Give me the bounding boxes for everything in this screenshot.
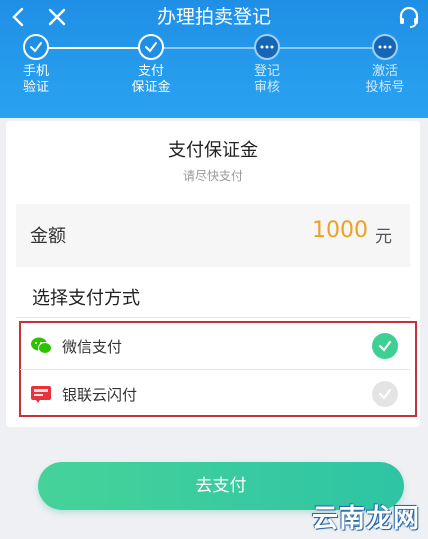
- more-dots-icon: [372, 34, 398, 60]
- check-icon: [23, 34, 49, 60]
- step-phone-verify: 手机 验证: [1, 34, 71, 96]
- amount-label: 金额: [30, 226, 66, 247]
- step-pay-deposit: 支付 保证金: [116, 34, 186, 96]
- amount-row: 金额 1000 元: [16, 204, 410, 267]
- check-icon: [138, 34, 164, 60]
- step-label: 激活 投标号: [365, 64, 405, 95]
- card-title: 支付保证金: [168, 140, 258, 161]
- more-dots-icon: [254, 34, 280, 60]
- payment-option-label: 银联云闪付: [62, 386, 138, 404]
- page-title: 办理拍卖登记: [156, 6, 271, 28]
- step-activate-bid-number: 激活 投标号: [350, 34, 420, 96]
- unselected-check-icon[interactable]: [372, 381, 398, 407]
- step-label: 手机 验证: [22, 64, 49, 95]
- payment-option-unionpay[interactable]: 银联云闪付: [20, 371, 410, 417]
- nav-row: 办理拍卖登记: [0, 0, 428, 34]
- step-label: 登记 审核: [253, 64, 280, 95]
- amount-unit: 元: [375, 227, 392, 247]
- divider: [20, 369, 410, 370]
- card-subtitle: 请尽快支付: [182, 169, 243, 183]
- watermark: 云南龙网: [311, 504, 420, 534]
- payment-card: 支付保证金 请尽快支付 金额 1000 元 选择支付方式 微信支付 银联云闪付: [6, 121, 420, 427]
- step-register-review: 登记 审核: [232, 34, 302, 96]
- payment-option-label: 微信支付: [62, 338, 123, 356]
- divider: [16, 317, 410, 318]
- header-bar: 办理拍卖登记 手机 验证 支付 保证金 登记 审核 激活 投标号: [0, 0, 428, 118]
- wechat-icon: [30, 336, 52, 356]
- step-label: 支付 保证金: [131, 64, 171, 95]
- selected-check-icon[interactable]: [372, 333, 398, 359]
- headset-icon[interactable]: [396, 4, 422, 30]
- payment-method-heading: 选择支付方式: [32, 288, 140, 309]
- unionpay-quickpass-icon: [30, 384, 52, 404]
- amount-value: 1000: [312, 218, 368, 243]
- payment-option-wechat[interactable]: 微信支付: [20, 323, 410, 369]
